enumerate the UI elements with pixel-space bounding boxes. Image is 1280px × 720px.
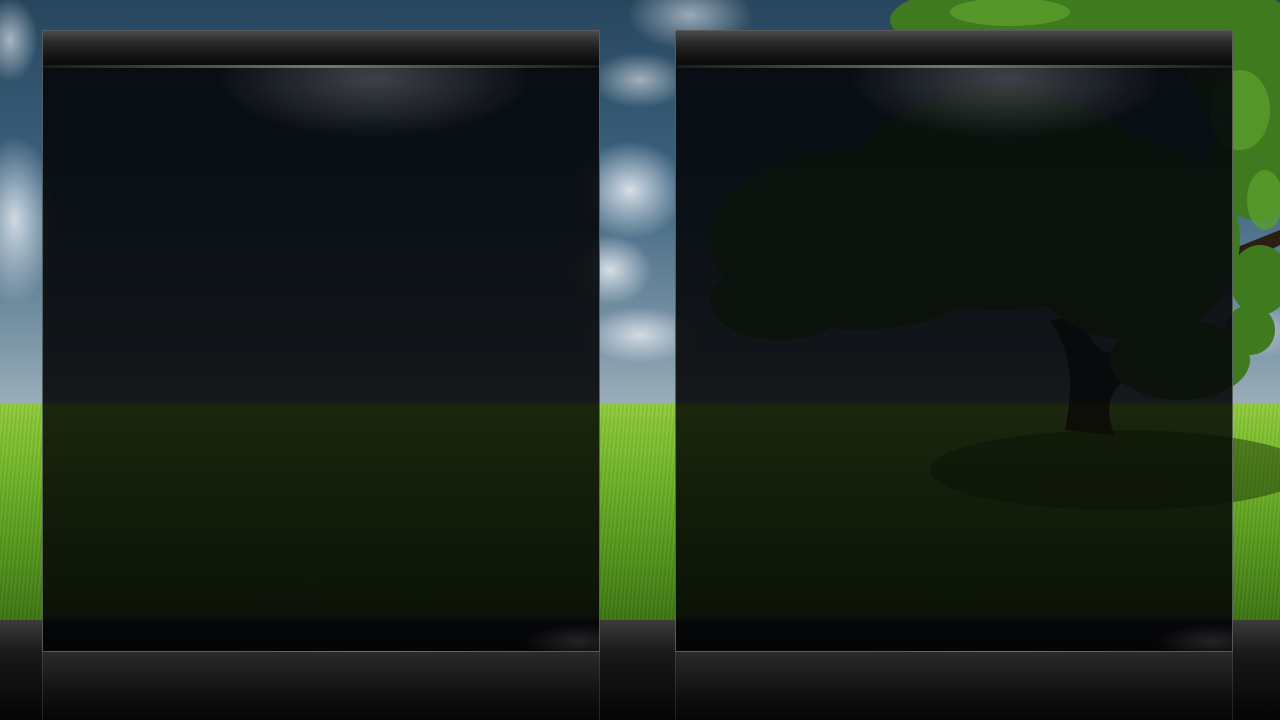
panel-right-glint [1112, 611, 1232, 651]
panel-right [675, 30, 1233, 720]
panel-left-glint [479, 611, 599, 651]
panel-left-titlebar[interactable] [42, 30, 600, 68]
panel-right-titlebar[interactable] [675, 30, 1233, 68]
panel-right-content [675, 68, 1233, 652]
panel-right-reflection [675, 652, 1233, 720]
panel-left-reflection [42, 652, 600, 720]
panel-left-content [42, 68, 600, 652]
panel-left [42, 30, 600, 720]
desktop [0, 0, 1280, 720]
